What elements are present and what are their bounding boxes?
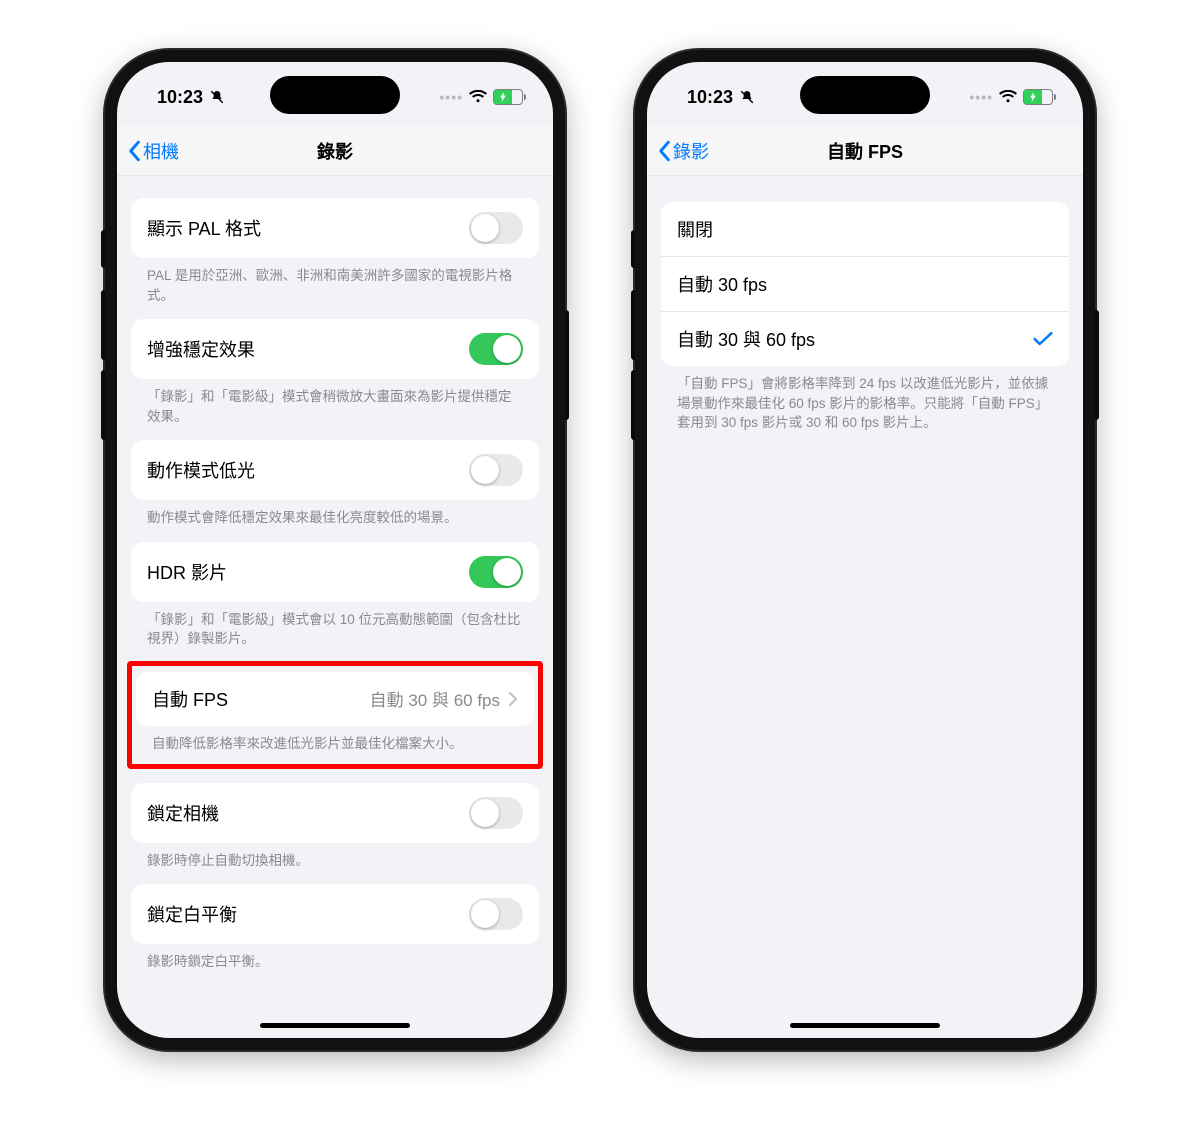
row-footer: 「錄影」和「電影級」模式會以 10 位元高動態範圍（包含杜比視界）錄製影片。	[131, 602, 539, 649]
back-label: 錄影	[673, 138, 709, 164]
nav-title: 自動 FPS	[827, 138, 903, 164]
dynamic-island	[800, 76, 930, 114]
nav-title: 錄影	[317, 138, 353, 164]
row-label: 增強穩定效果	[147, 336, 255, 362]
status-time: 10:23	[157, 87, 203, 108]
charging-bolt-icon	[1029, 92, 1037, 102]
row-footer: 自動降低影格率來改進低光影片並最佳化檔案大小。	[136, 726, 534, 758]
wifi-icon	[999, 90, 1017, 104]
option-label: 關閉	[677, 216, 713, 242]
settings-content[interactable]: 顯示 PAL 格式 PAL 是用於亞洲、歐洲、非洲和南美洲許多國家的電視影片格式…	[117, 176, 553, 1038]
options-footer: 「自動 FPS」會將影格率降到 24 fps 以改進低光影片，並依據場景動作來最…	[661, 366, 1069, 433]
toggle-low-light[interactable]	[469, 454, 523, 486]
row-footer: 「錄影」和「電影級」模式會稍微放大畫面來為影片提供穩定效果。	[131, 379, 539, 426]
row-footer: 動作模式會降低穩定效果來最佳化亮度較低的場景。	[131, 500, 539, 528]
back-button[interactable]: 錄影	[657, 138, 709, 164]
phone-frame-left: 10:23 •••• 相機	[105, 50, 565, 1050]
home-indicator[interactable]	[790, 1023, 940, 1028]
row-lock-white-balance[interactable]: 鎖定白平衡	[131, 884, 539, 944]
highlight-annotation: 自動 FPS 自動 30 與 60 fps 自動降低影格率來改進低光影片並最佳化…	[127, 661, 543, 769]
status-time: 10:23	[687, 87, 733, 108]
toggle-lock-wb[interactable]	[469, 898, 523, 930]
row-lock-camera[interactable]: 鎖定相機	[131, 783, 539, 843]
battery-icon	[493, 89, 523, 105]
cellular-dots-icon: ••••	[439, 89, 463, 105]
row-footer: 錄影時鎖定白平衡。	[131, 944, 539, 972]
toggle-hdr[interactable]	[469, 556, 523, 588]
row-footer: 錄影時停止自動切換相機。	[131, 843, 539, 871]
row-hdr-video[interactable]: HDR 影片	[131, 542, 539, 602]
row-footer: PAL 是用於亞洲、歐洲、非洲和南美洲許多國家的電視影片格式。	[131, 258, 539, 305]
row-value: 自動 30 與 60 fps	[370, 686, 500, 711]
chevron-left-icon	[127, 140, 141, 162]
toggle-stabilization[interactable]	[469, 333, 523, 365]
back-label: 相機	[143, 138, 179, 164]
wifi-icon	[469, 90, 487, 104]
charging-bolt-icon	[499, 92, 507, 102]
option-auto-30[interactable]: 自動 30 fps	[661, 256, 1069, 311]
chevron-left-icon	[657, 140, 671, 162]
row-label: 鎖定白平衡	[147, 901, 237, 927]
dynamic-island	[270, 76, 400, 114]
checkmark-icon	[1033, 331, 1053, 347]
row-label: 自動 FPS	[152, 686, 228, 712]
back-button[interactable]: 相機	[127, 138, 179, 164]
silent-mode-icon	[739, 89, 755, 105]
row-action-mode-low-light[interactable]: 動作模式低光	[131, 440, 539, 500]
home-indicator[interactable]	[260, 1023, 410, 1028]
row-label: 鎖定相機	[147, 800, 219, 826]
nav-bar: 相機 錄影	[117, 126, 553, 176]
row-label: HDR 影片	[147, 559, 227, 585]
row-auto-fps[interactable]: 自動 FPS 自動 30 與 60 fps	[136, 672, 534, 726]
option-label: 自動 30 fps	[677, 271, 767, 297]
row-label: 動作模式低光	[147, 457, 255, 483]
row-label: 顯示 PAL 格式	[147, 215, 261, 241]
cellular-dots-icon: ••••	[969, 89, 993, 105]
option-auto-30-60[interactable]: 自動 30 與 60 fps	[661, 311, 1069, 366]
option-off[interactable]: 關閉	[661, 202, 1069, 256]
nav-bar: 錄影 自動 FPS	[647, 126, 1083, 176]
row-enhanced-stabilization[interactable]: 增強穩定效果	[131, 319, 539, 379]
settings-content[interactable]: 關閉 自動 30 fps 自動 30 與 60 fps 「自動 FPS」會將影格…	[647, 176, 1083, 1038]
toggle-pal[interactable]	[469, 212, 523, 244]
row-pal-format[interactable]: 顯示 PAL 格式	[131, 198, 539, 258]
silent-mode-icon	[209, 89, 225, 105]
chevron-right-icon	[508, 691, 518, 707]
toggle-lock-camera[interactable]	[469, 797, 523, 829]
battery-icon	[1023, 89, 1053, 105]
phone-frame-right: 10:23 •••• 錄影	[635, 50, 1095, 1050]
option-label: 自動 30 與 60 fps	[677, 326, 815, 352]
